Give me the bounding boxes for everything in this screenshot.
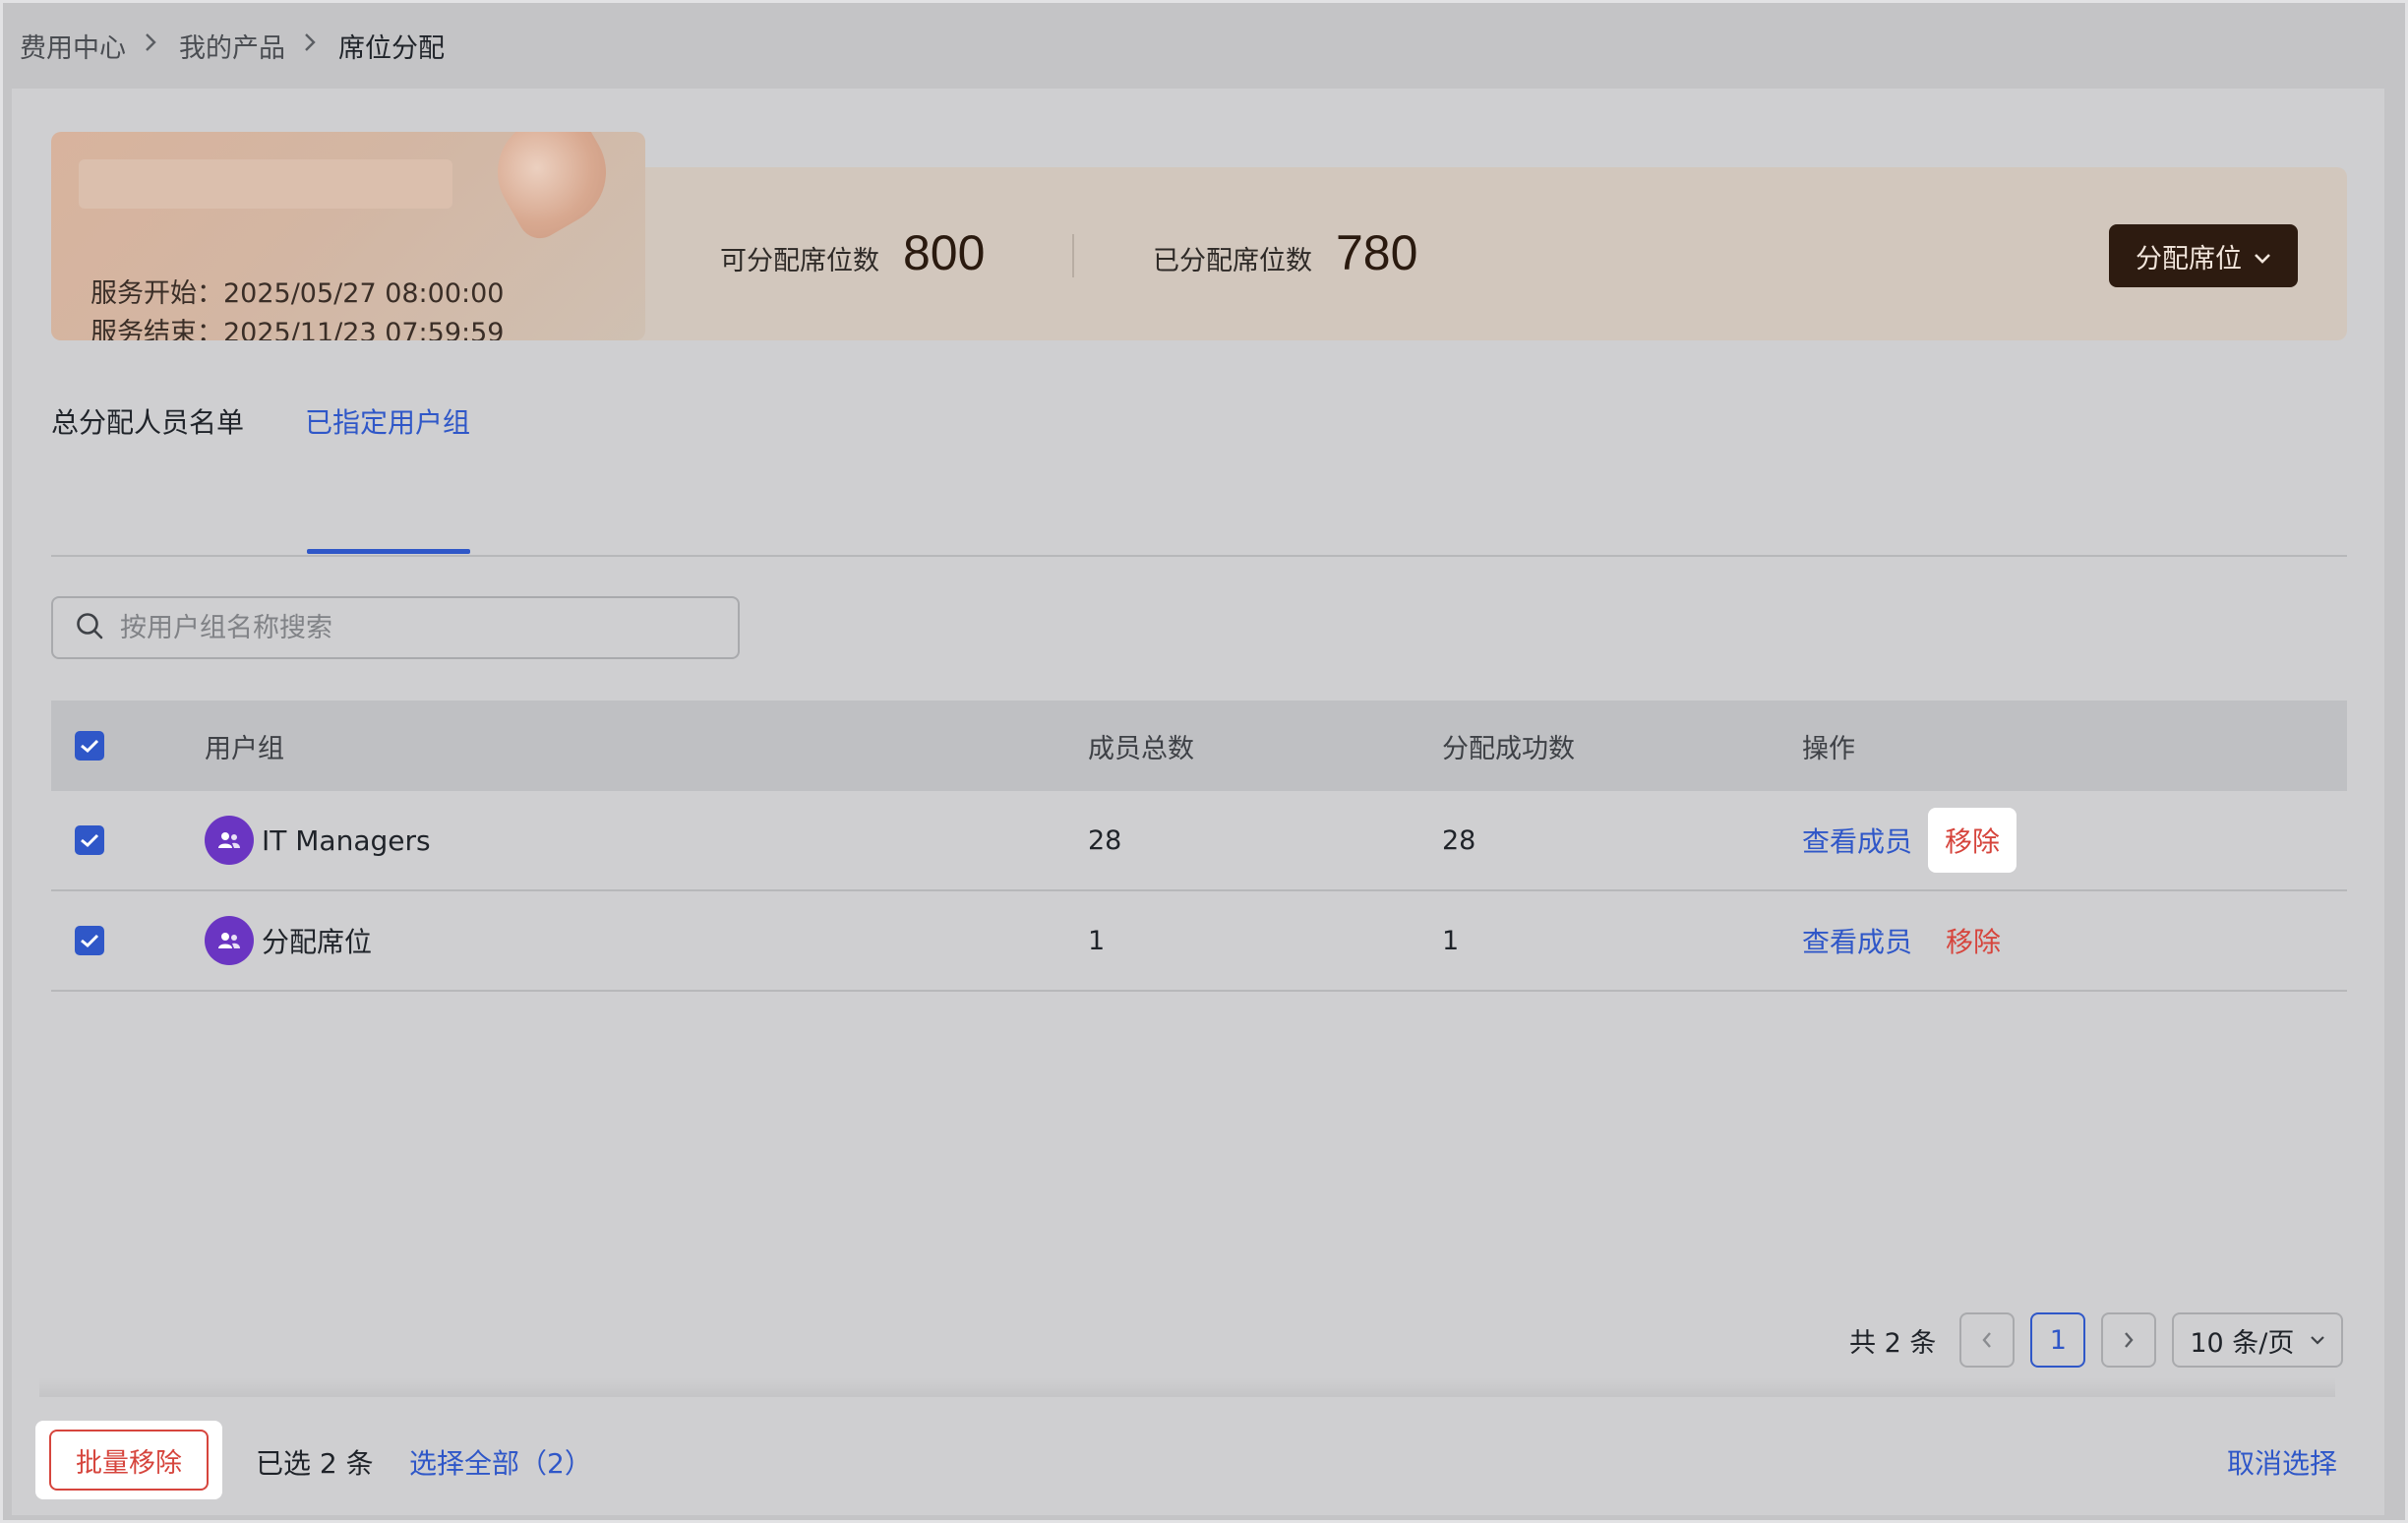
product-name-redacted bbox=[79, 159, 452, 209]
batch-remove-button[interactable]: 批量移除 bbox=[49, 1430, 209, 1491]
service-card: 服务开始：2025/05/27 08:00:00 服务结束：2025/11/23… bbox=[51, 132, 645, 340]
success-count: 28 bbox=[1442, 824, 1476, 856]
service-start: 服务开始：2025/05/27 08:00:00 bbox=[90, 278, 505, 309]
table-row: 分配席位 1 1 查看成员 移除 bbox=[51, 891, 2347, 992]
breadcrumb-item-billing[interactable]: 费用中心 bbox=[20, 27, 126, 65]
remove-label: 移除 bbox=[1945, 825, 2001, 858]
remove-button[interactable]: 移除 bbox=[1946, 921, 2001, 960]
available-seats-stat: 可分配席位数 800 bbox=[720, 224, 985, 281]
groups-table: 用户组 成员总数 分配成功数 操作 IT Managers 28 28 查看成员… bbox=[51, 701, 2347, 992]
remove-button[interactable]: 移除 bbox=[1928, 808, 2017, 873]
tab-assigned-groups[interactable]: 已指定用户组 bbox=[305, 401, 470, 441]
row-checkbox[interactable] bbox=[75, 926, 104, 955]
bottom-shadow bbox=[39, 1377, 2335, 1397]
group-cell: IT Managers bbox=[205, 816, 431, 865]
view-members-link[interactable]: 查看成员 bbox=[1802, 921, 1912, 960]
user-group-icon bbox=[205, 916, 254, 965]
search-box[interactable] bbox=[51, 596, 740, 659]
assigned-seats-value: 780 bbox=[1336, 225, 1418, 280]
header-group: 用户组 bbox=[205, 733, 284, 764]
view-members-link[interactable]: 查看成员 bbox=[1802, 821, 1912, 860]
pagination-total: 共 2 条 bbox=[1849, 1327, 1937, 1359]
available-seats-label: 可分配席位数 bbox=[720, 246, 879, 276]
header-ops: 操作 bbox=[1802, 733, 1855, 764]
cancel-selection-link[interactable]: 取消选择 bbox=[2227, 1442, 2337, 1482]
prev-page-button[interactable] bbox=[1959, 1312, 2016, 1368]
batch-remove-highlight: 批量移除 bbox=[35, 1421, 222, 1499]
row-actions: 查看成员 移除 bbox=[1802, 808, 2017, 873]
table-row: IT Managers 28 28 查看成员 移除 bbox=[51, 791, 2347, 891]
search-icon bbox=[75, 611, 104, 644]
divider bbox=[1072, 234, 1074, 277]
page-button-1[interactable]: 1 bbox=[2030, 1312, 2086, 1368]
assign-seats-button[interactable]: 分配席位 bbox=[2109, 224, 2298, 287]
chevron-down-icon bbox=[2254, 241, 2271, 272]
tabs-divider bbox=[51, 555, 2347, 557]
row-checkbox[interactable] bbox=[75, 825, 104, 855]
group-name: IT Managers bbox=[262, 823, 431, 857]
user-group-icon bbox=[205, 816, 254, 865]
decorative-shape bbox=[477, 132, 627, 247]
row-actions: 查看成员 移除 bbox=[1802, 921, 2001, 960]
active-tab-indicator bbox=[307, 549, 470, 554]
assigned-seats-stat: 已分配席位数 780 bbox=[1153, 224, 1417, 281]
breadcrumb-item-products[interactable]: 我的产品 bbox=[179, 27, 285, 65]
assign-seats-label: 分配席位 bbox=[2136, 243, 2242, 274]
header-members: 成员总数 bbox=[1088, 733, 1194, 764]
main-panel: 服务开始：2025/05/27 08:00:00 服务结束：2025/11/23… bbox=[12, 89, 2384, 1515]
chevron-left-icon bbox=[1982, 1332, 1992, 1348]
service-end: 服务结束：2025/11/23 07:59:59 bbox=[90, 318, 505, 340]
group-cell: 分配席位 bbox=[205, 916, 372, 965]
selected-count: 已选 2 条 bbox=[256, 1447, 374, 1480]
table-header: 用户组 成员总数 分配成功数 操作 bbox=[51, 701, 2347, 791]
pagination: 共 2 条 1 10 条/页 bbox=[1849, 1312, 2344, 1368]
members-count: 28 bbox=[1088, 824, 1122, 856]
search-input[interactable] bbox=[120, 612, 710, 643]
page-size-select[interactable]: 10 条/页 bbox=[2172, 1312, 2344, 1368]
success-count: 1 bbox=[1442, 925, 1460, 956]
chevron-down-icon bbox=[2311, 1336, 2325, 1345]
breadcrumb: 费用中心 我的产品 席位分配 bbox=[20, 24, 445, 67]
header-success: 分配成功数 bbox=[1442, 733, 1575, 764]
assigned-seats-label: 已分配席位数 bbox=[1153, 246, 1312, 276]
select-all-link[interactable]: 选择全部（2） bbox=[409, 1442, 592, 1482]
next-page-button[interactable] bbox=[2101, 1312, 2157, 1368]
breadcrumb-current: 席位分配 bbox=[338, 32, 445, 64]
select-all-checkbox[interactable] bbox=[75, 731, 104, 761]
group-name: 分配席位 bbox=[262, 926, 373, 958]
chevron-right-icon bbox=[144, 30, 157, 60]
page-size-value: 10 条/页 bbox=[2190, 1327, 2295, 1359]
available-seats-value: 800 bbox=[903, 225, 986, 280]
chevron-right-icon bbox=[2125, 1332, 2134, 1348]
members-count: 1 bbox=[1088, 925, 1106, 956]
chevron-right-icon bbox=[303, 30, 317, 60]
tab-all-assignees[interactable]: 总分配人员名单 bbox=[51, 401, 244, 441]
